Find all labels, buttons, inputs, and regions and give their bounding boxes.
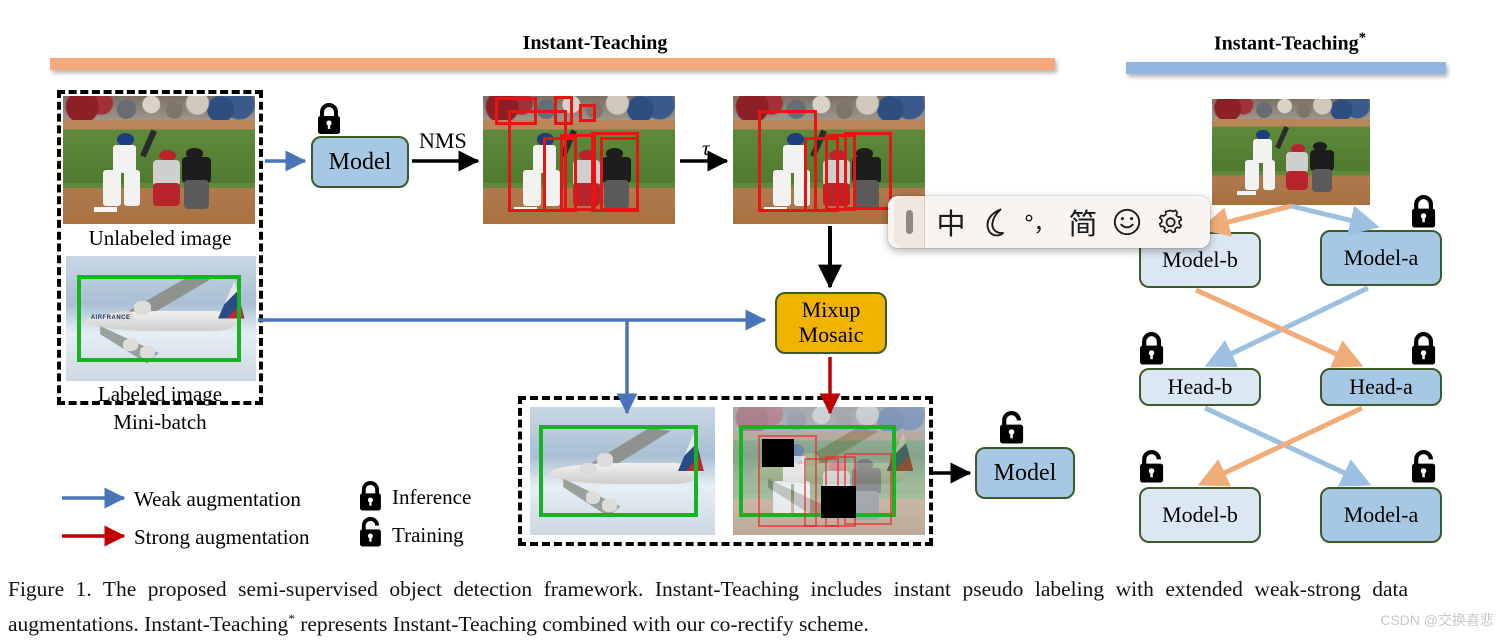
model-a-top-label: Model-a [1343, 244, 1419, 270]
chinese-english-toggle[interactable]: 中 [929, 196, 973, 248]
legend-inference-label: Inference [392, 485, 472, 509]
smiley-icon [1113, 208, 1141, 236]
caption-part-2: represents Instant-Teaching combined wit… [294, 612, 869, 637]
unlabeled-image-label: Unlabeled image [88, 226, 232, 250]
tau-label: τ [702, 136, 710, 160]
figure-caption: Figure 1. The proposed semi-supervised o… [8, 574, 1408, 639]
open-lock-icon [1140, 450, 1164, 483]
right-panel-title-bar [1126, 62, 1446, 74]
closed-lock-icon [360, 481, 381, 511]
left-panel-title-text: Instant-Teaching [522, 32, 668, 54]
settings-button[interactable] [1149, 196, 1193, 248]
source-to-model-a-arrow [1290, 203, 1380, 235]
right-panel-title-star: * [1358, 30, 1367, 46]
figure-canvas: Instant-Teaching Instant-Teaching* Unlab… [0, 0, 1506, 641]
open-lock-icon [360, 517, 381, 547]
head-a-label: Head-a [1349, 373, 1413, 399]
model-a-bottom-label: Model-a [1343, 501, 1419, 527]
model-a-bottom-box[interactable]: Model-a [1320, 487, 1442, 543]
crescent-moon-button[interactable] [973, 196, 1017, 248]
co-rectify-source-image [1212, 99, 1370, 205]
ground-truth-box [539, 424, 699, 518]
ground-truth-box [77, 274, 241, 363]
open-lock-icon [1000, 411, 1024, 444]
detection-box [600, 136, 639, 212]
head-a-to-model-b-arrow [1197, 405, 1364, 487]
model-b-to-head-a-arrow [1194, 287, 1364, 368]
model-a-to-head-b-arrow [1204, 285, 1370, 368]
head-b-to-model-a-arrow [1203, 405, 1372, 487]
open-lock-icon [1412, 450, 1436, 483]
pseudo-label-box [844, 131, 893, 210]
cutout-patch [821, 486, 856, 519]
closed-lock-icon [318, 103, 340, 134]
simplified-traditional-toggle[interactable]: 简 [1061, 196, 1105, 248]
legend-training-label: Training [392, 523, 464, 547]
legend-strong-augmentation-label: Strong augmentation [134, 525, 310, 549]
ime-floating-toolbar[interactable]: 中 °， 简 [888, 196, 1210, 248]
drag-handle-icon[interactable] [894, 196, 925, 248]
head-b-box[interactable]: Head-b [1139, 368, 1261, 406]
model-a-top-box[interactable]: Model-a [1320, 230, 1442, 286]
pre-threshold-detection-image [483, 96, 675, 224]
mixup-label: Mixup [801, 297, 861, 323]
labeled-image-label: Labeled image [97, 382, 223, 406]
csdn-watermark: CSDN @交换喜悲 [1380, 612, 1494, 628]
strong-augmented-labeled-image [530, 407, 715, 535]
unlabeled-image-thumbnail [63, 96, 255, 224]
right-panel-title: Instant-Teaching* [1155, 30, 1425, 56]
model-box-bottom[interactable]: Model [975, 447, 1075, 499]
left-panel-title: Instant-Teaching [445, 32, 745, 55]
model-b-bottom-label: Model-b [1162, 501, 1238, 527]
cutout-patch [761, 439, 795, 468]
mosaic-label: Mosaic [798, 322, 864, 347]
mixup-mosaic-box[interactable]: Mixup Mosaic [775, 292, 887, 354]
model-box-top-label: Model [328, 148, 392, 175]
detection-box [579, 103, 597, 122]
closed-lock-icon [1412, 332, 1436, 365]
head-a-box[interactable]: Head-a [1320, 368, 1442, 406]
mini-batch-label: Mini-batch [113, 410, 207, 434]
legend-weak-augmentation-label: Weak augmentation [134, 487, 301, 511]
right-panel-title-text: Instant-Teaching [1213, 32, 1359, 55]
emoji-button[interactable] [1105, 196, 1149, 248]
model-b-bottom-box[interactable]: Model-b [1139, 487, 1261, 543]
crescent-moon-icon [986, 208, 1004, 237]
model-box-top[interactable]: Model [311, 136, 409, 188]
gear-icon [1158, 209, 1183, 234]
nms-label: NMS [419, 128, 467, 153]
punctuation-toggle[interactable]: °， [1017, 196, 1061, 248]
head-b-label: Head-b [1167, 373, 1233, 399]
closed-lock-icon [1140, 332, 1164, 365]
mixup-mosaic-result-image [733, 407, 925, 535]
model-box-bottom-label: Model [993, 459, 1057, 486]
left-panel-title-bar [50, 58, 1055, 70]
source-to-model-b-arrow [1199, 203, 1292, 237]
closed-lock-icon [1412, 195, 1436, 228]
labeled-image-thumbnail: AIRFRANCE [66, 256, 256, 381]
model-b-top-label: Model-b [1162, 246, 1238, 272]
